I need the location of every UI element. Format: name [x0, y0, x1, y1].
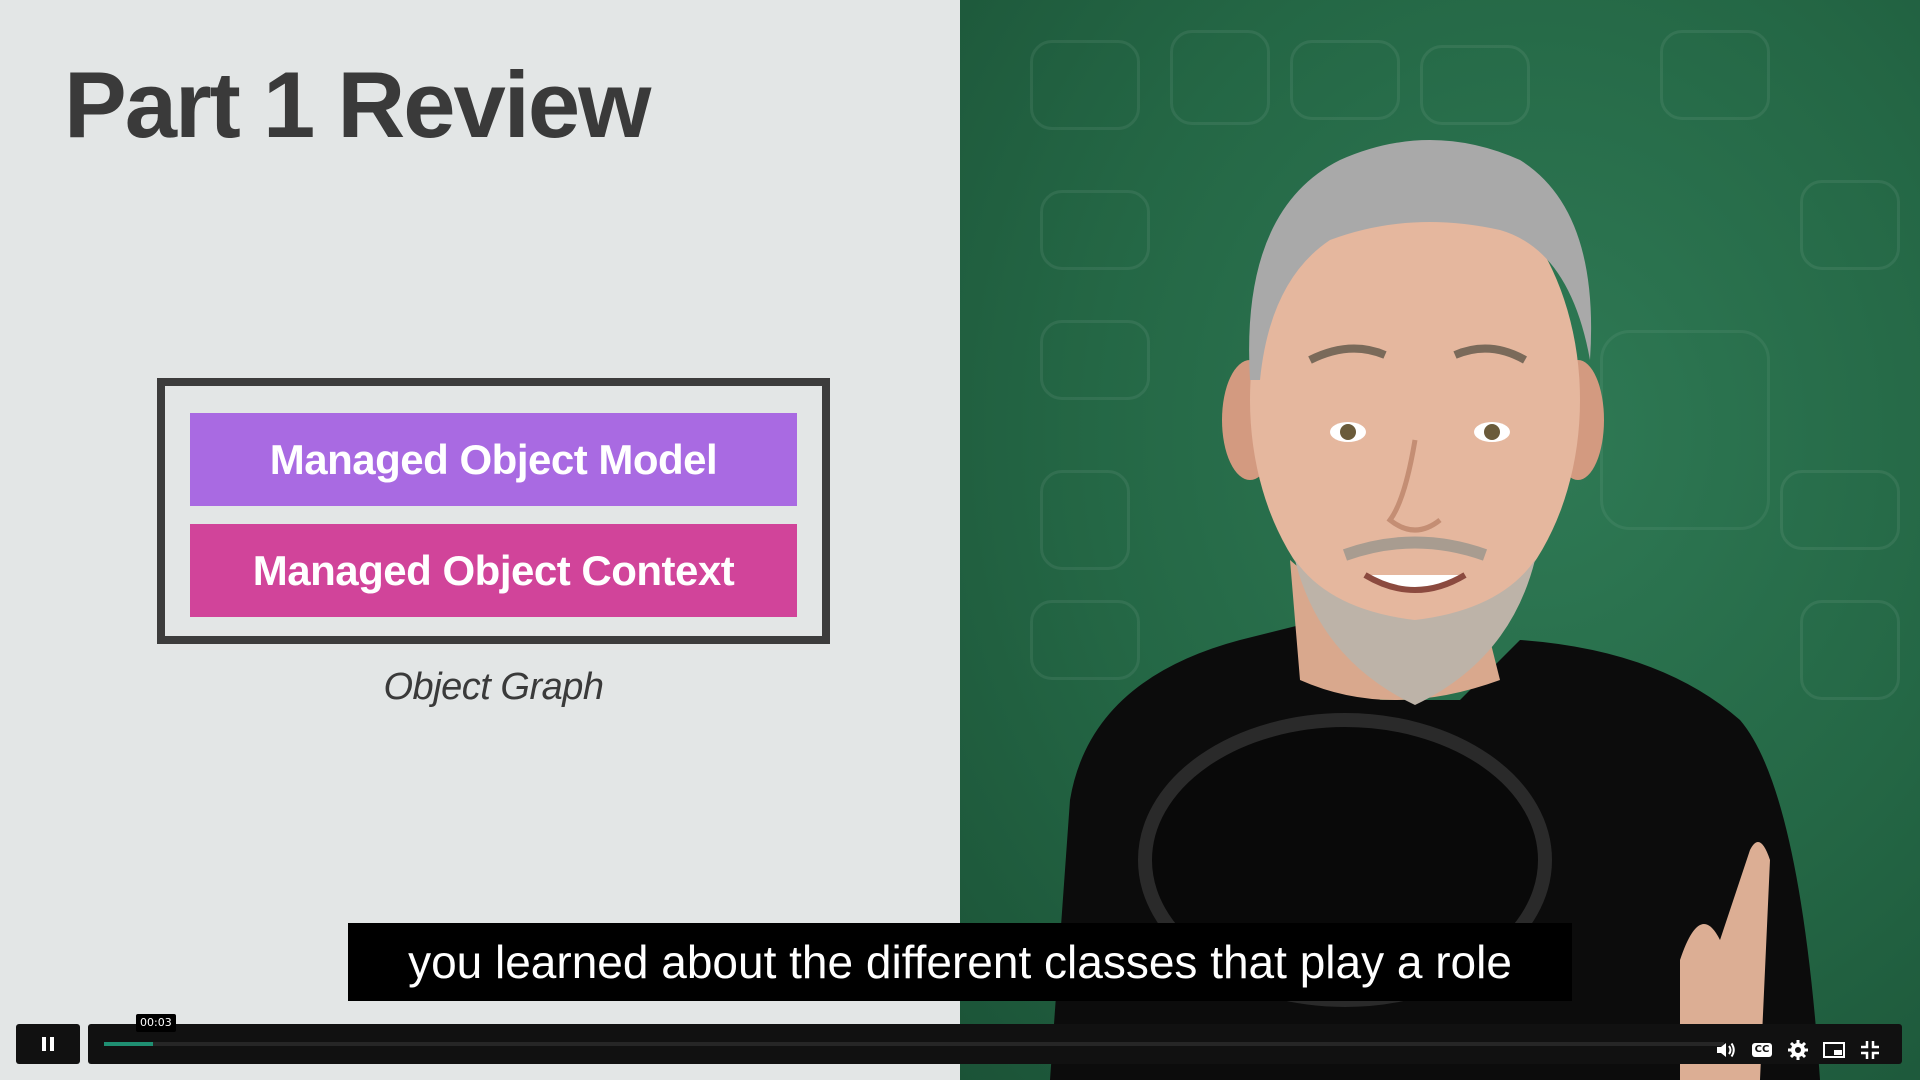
progress-played [104, 1042, 153, 1046]
player-icon-group: CC [1714, 1030, 1882, 1070]
volume-icon[interactable] [1714, 1038, 1738, 1062]
closed-captions-icon[interactable]: CC [1750, 1038, 1774, 1062]
managed-object-context-bar: Managed Object Context [190, 524, 797, 617]
object-graph-caption: Object Graph [383, 666, 605, 708]
closed-captions-label: CC [1751, 1043, 1773, 1057]
slide-title: Part 1 Review [64, 52, 651, 157]
object-graph-box: Managed Object Model Managed Object Cont… [157, 378, 830, 644]
presenter-video[interactable] [960, 0, 1920, 1080]
closed-caption-text: you learned about the different classes … [348, 923, 1572, 1001]
progress-bar[interactable]: 00:03 CC [88, 1014, 1902, 1064]
player-controls: 00:03 CC [0, 1014, 1920, 1080]
current-time: 00:03 [136, 1014, 176, 1032]
presenter [1050, 140, 1820, 1080]
managed-object-model-bar: Managed Object Model [190, 413, 797, 506]
settings-icon[interactable] [1786, 1038, 1810, 1062]
picture-in-picture-icon[interactable] [1822, 1038, 1846, 1062]
pause-icon [42, 1037, 54, 1051]
pause-button[interactable] [16, 1024, 80, 1064]
progress-track[interactable] [104, 1042, 1724, 1046]
slide-panel: Part 1 Review Managed Object Model Manag… [0, 0, 960, 1080]
exit-fullscreen-icon[interactable] [1858, 1038, 1882, 1062]
